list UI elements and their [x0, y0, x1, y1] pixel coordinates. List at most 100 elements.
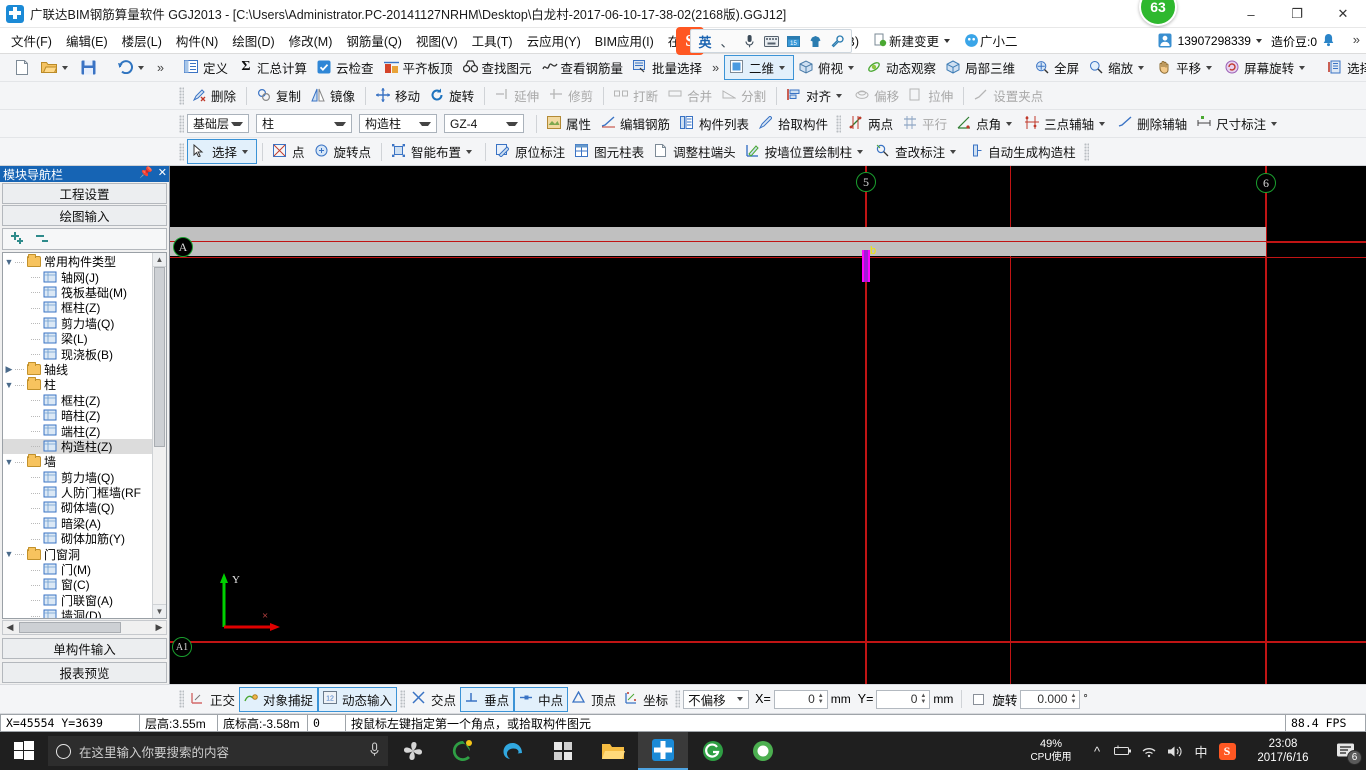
y-spinner-arrows[interactable]: ▲ ▼ — [919, 691, 927, 708]
point-angle-button[interactable]: 点角 — [952, 112, 1020, 135]
type-select[interactable]: 构造柱 — [359, 114, 437, 133]
hscroll-thumb[interactable] — [19, 622, 121, 633]
scroll-down-button[interactable]: ▼ — [153, 604, 166, 618]
dynamic-input-toggle[interactable]: 12 动态输入 — [318, 686, 398, 712]
microphone-icon[interactable] — [369, 742, 380, 760]
chevron-down-icon[interactable] — [944, 38, 951, 43]
tree-vertical-scrollbar[interactable]: ▲ ▼ — [152, 253, 166, 618]
skin-icon[interactable] — [804, 31, 826, 51]
screen-rotate-button[interactable]: 屏幕旋转 — [1220, 56, 1313, 79]
component-tree[interactable]: ▼ 常用构件类型 轴网(J) 筏板基础(M) 框柱(Z) 剪力墙(Q) 梁(L) 现浇板(B)… — [3, 253, 152, 618]
tree-node[interactable]: 构造柱(Z) — [3, 438, 152, 455]
toolbar-overflow-1[interactable]: » — [152, 59, 169, 77]
project-settings-button[interactable]: 工程设置 — [2, 183, 167, 204]
find-element-button[interactable]: 查找图元 — [458, 56, 537, 79]
cortana-fan-icon[interactable] — [388, 732, 438, 770]
green-circle-icon[interactable] — [738, 732, 788, 770]
optbar-gripper-3[interactable] — [675, 690, 681, 708]
chevron-down-icon[interactable]: ▼ — [3, 457, 15, 467]
ggj-app-icon[interactable] — [638, 732, 688, 770]
tree-node[interactable]: 暗梁(A) — [3, 516, 152, 531]
score-badge[interactable]: 63 — [1139, 0, 1177, 26]
optbar-gripper-2[interactable] — [400, 690, 406, 708]
start-button[interactable] — [0, 732, 48, 770]
tree-node[interactable]: 剪力墙(Q) — [3, 469, 152, 485]
tree-node[interactable]: 框柱(Z) — [3, 393, 152, 408]
member-select[interactable]: GZ-4 — [444, 114, 524, 133]
rotate-input[interactable]: 0.000 ▲ ▼ — [1020, 689, 1081, 709]
delete-aux-axis-button[interactable]: 删除辅轴 — [1113, 112, 1192, 135]
batch-select-button[interactable]: 批量选择 — [628, 56, 707, 79]
floor-select-chevron-down-icon[interactable] — [231, 121, 243, 126]
copy-button[interactable]: 复制 — [252, 84, 306, 107]
two-point-button[interactable]: 两点 — [844, 112, 898, 135]
glodon-g-icon[interactable] — [688, 732, 738, 770]
view-2d-chevron-down-icon[interactable] — [779, 65, 786, 70]
pan-chevron-down-icon[interactable] — [1206, 65, 1213, 70]
view-rebar-qty-button[interactable]: 查看钢筋量 — [537, 56, 629, 79]
axis-bubble-6[interactable]: 6 — [1256, 173, 1276, 193]
sogou-tray-icon[interactable]: S — [1214, 732, 1240, 770]
align-chevron-down-icon[interactable] — [836, 93, 843, 98]
stretch-button[interactable]: 拉伸 — [904, 84, 958, 107]
tree-node[interactable]: 窗(C) — [3, 577, 152, 592]
category-select[interactable]: 柱 — [256, 114, 352, 133]
dimension-button[interactable]: 尺寸标注 — [1192, 112, 1285, 135]
offset-mode-select[interactable]: 不偏移 — [683, 689, 750, 709]
tree-node[interactable]: 砌体墙(Q) — [3, 500, 152, 515]
split-button[interactable]: 分割 — [717, 84, 771, 107]
draw-column-by-wall-button[interactable]: 按墙位置绘制柱 — [741, 140, 872, 163]
menu-draw[interactable]: 绘图(D) — [225, 28, 281, 53]
chevron-down-icon[interactable]: ▼ — [3, 257, 15, 267]
collapse-all-icon[interactable] — [34, 231, 50, 248]
chevron-up-icon[interactable]: ^ — [1084, 732, 1110, 770]
rotate-checkbox[interactable] — [973, 693, 985, 705]
in-situ-annotation-button[interactable]: 原位标注 — [491, 140, 570, 163]
view-2d-button[interactable]: 二维 — [724, 55, 795, 80]
360-browser-icon[interactable] — [438, 732, 488, 770]
check-modify-annotation-button[interactable]: 查改标注 — [871, 140, 964, 163]
tree-node[interactable]: 门(M) — [3, 562, 152, 577]
report-preview-button[interactable]: 报表预览 — [2, 662, 167, 683]
tree-node[interactable]: ▼ 门窗洞 — [3, 546, 152, 562]
hscroll-right-button[interactable]: ▶ — [152, 622, 166, 633]
top-view-button[interactable]: 俯视 — [794, 56, 862, 79]
pan-button[interactable]: 平移 — [1152, 56, 1220, 79]
minimize-button[interactable]: – — [1228, 0, 1274, 28]
draw-toolbar-gripper-end[interactable] — [1083, 142, 1089, 161]
pin-icon[interactable]: 📌 — [139, 166, 153, 179]
offset-button[interactable]: 偏移 — [850, 84, 904, 107]
menu-file[interactable]: 文件(F) — [4, 28, 59, 53]
parallel-button[interactable]: 平行 — [898, 112, 952, 135]
new-change-button[interactable]: 新建变更 — [866, 28, 957, 53]
menu-rebar-qty[interactable]: 钢筋量(Q) — [339, 28, 409, 53]
file-explorer-icon[interactable] — [588, 732, 638, 770]
draw-toolbar-gripper[interactable] — [179, 142, 184, 161]
check-modify-chevron-down-icon[interactable] — [950, 149, 957, 154]
break-button[interactable]: 打断 — [609, 84, 663, 107]
microphone-icon[interactable] — [738, 31, 760, 51]
store-icon[interactable] — [538, 732, 588, 770]
chevron-down-icon[interactable]: ▼ — [3, 380, 15, 390]
chevron-right-icon[interactable]: ▶ — [3, 364, 15, 375]
account-chevron-down-icon[interactable] — [1255, 39, 1262, 43]
ime-english-icon[interactable]: 英 — [694, 31, 716, 51]
optbar-gripper[interactable] — [179, 690, 184, 708]
screen-rotate-chevron-down-icon[interactable] — [1299, 65, 1306, 70]
delete-button[interactable]: 删除 — [187, 84, 241, 107]
define-button[interactable]: 定义 — [179, 56, 233, 79]
edit-toolbar-gripper[interactable] — [179, 86, 184, 105]
vertex-snap-toggle[interactable]: 顶点 — [568, 688, 620, 711]
auto-generate-constructional-column-button[interactable]: 自动生成构造柱 — [964, 140, 1081, 163]
smart-layout-button[interactable]: 智能布置 — [387, 140, 480, 163]
intersection-snap-toggle[interactable]: 交点 — [408, 688, 460, 711]
coins-label[interactable]: 造价豆:0 — [1271, 33, 1317, 50]
dimension-chevron-down-icon[interactable] — [1271, 121, 1278, 126]
top-view-chevron-down-icon[interactable] — [848, 65, 855, 70]
menu-overflow-button[interactable]: » — [1353, 32, 1360, 47]
tree-node[interactable]: 剪力墙(Q) — [3, 316, 152, 331]
offset-mode-chevron-down-icon[interactable] — [737, 697, 744, 701]
tree-node[interactable]: ▼ 墙 — [3, 454, 152, 469]
expand-all-icon[interactable] — [9, 231, 25, 248]
clock[interactable]: 23:08 2017/6/16 — [1240, 732, 1326, 770]
